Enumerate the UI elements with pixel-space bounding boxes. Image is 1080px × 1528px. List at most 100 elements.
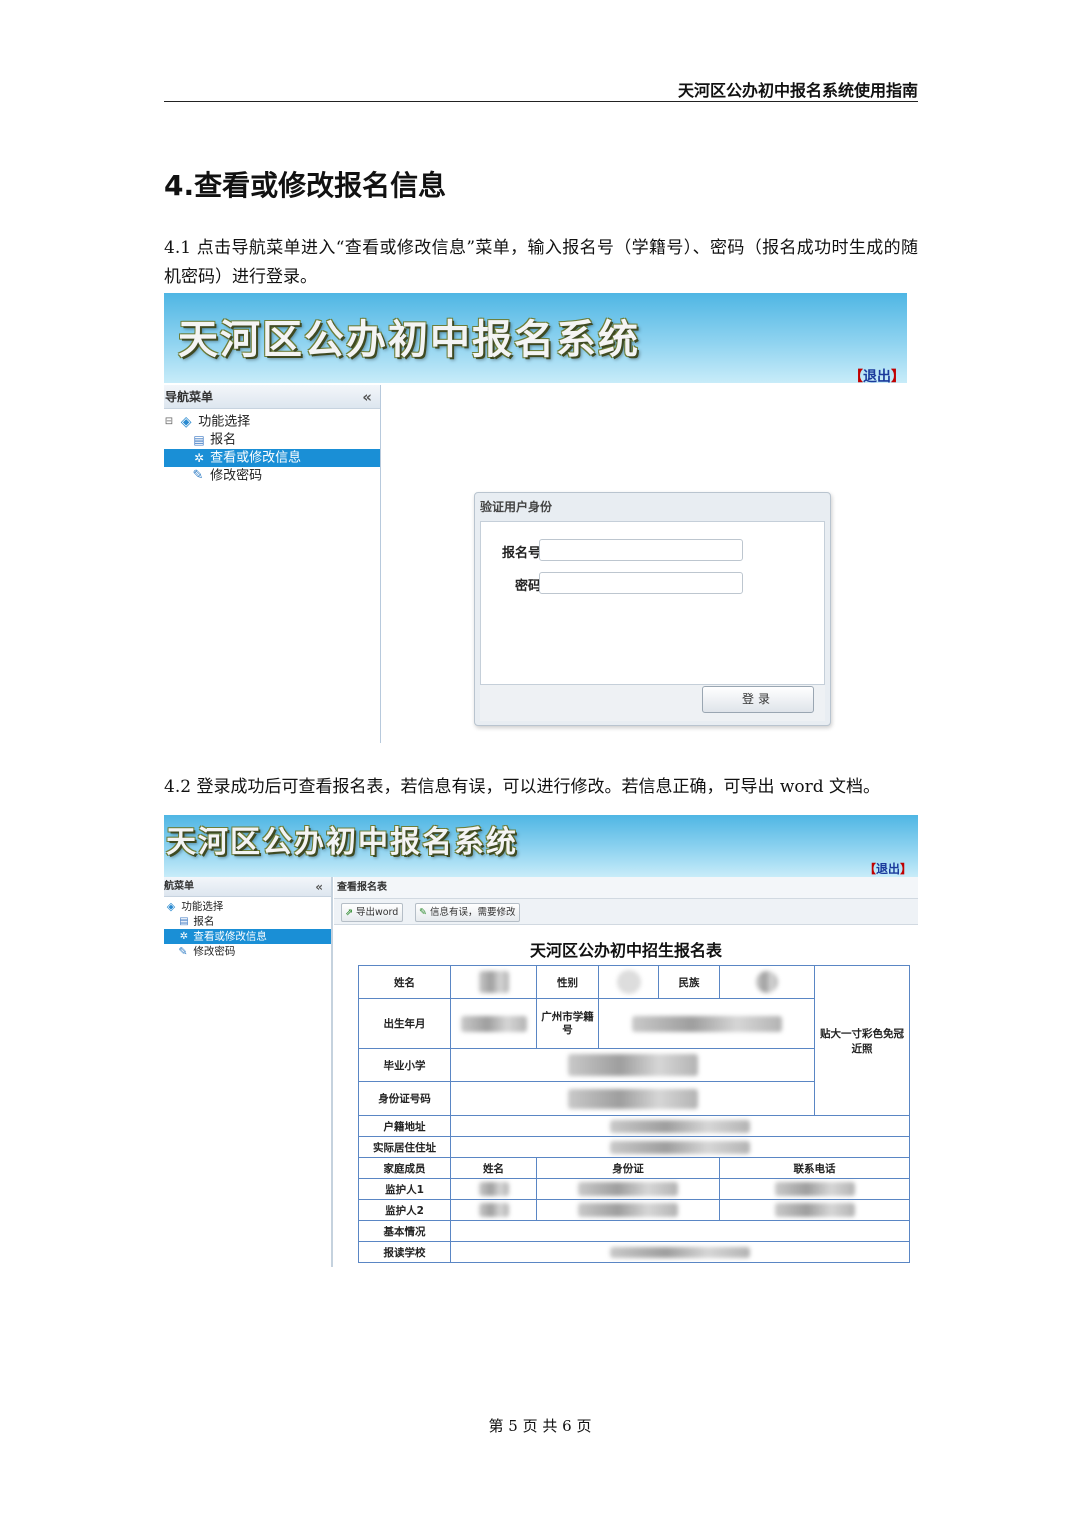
label-primary-school: 毕业小学 [358, 1048, 451, 1082]
system-title: 天河区公办初中报名系统 [178, 317, 640, 363]
system-title: 天河区公办初中报名系统 [166, 825, 518, 860]
cube-icon: ◈ [166, 900, 176, 913]
redacted-value [578, 1203, 678, 1217]
label-school: 报读学校 [358, 1241, 451, 1263]
form-title: 天河区公办初中招生报名表 [529, 941, 722, 960]
tree-toggle-icon[interactable]: ⊟ [164, 413, 174, 431]
login-button[interactable]: 登录 [702, 686, 814, 713]
wrench-icon: ✎ [192, 468, 204, 483]
redacted-value [567, 1054, 698, 1076]
system-banner: 天河区公办初中报名系统 【退出】 [164, 815, 918, 877]
collapse-icon[interactable]: « [315, 877, 323, 897]
tree-root-label: 功能选择 [198, 414, 251, 430]
reg-no-input[interactable] [539, 539, 743, 561]
nav-panel: 导航菜单 « ⊟ ◈ 功能选择 ▤ 报名 ✲ 查看或修改信息 ✎ 修改密码 [164, 385, 381, 743]
redacted-value [756, 971, 778, 993]
login-dialog-title: 验证用户身份 [480, 500, 553, 514]
tree-item-change-password[interactable]: ✎ 修改密码 [164, 944, 331, 959]
login-screenshot: 天河区公办初中报名系统 【退出】 导航菜单 « ⊟ ◈ 功能选择 ▤ 报名 ✲ … [164, 293, 907, 743]
redacted-value [616, 970, 641, 994]
redacted-value [478, 971, 509, 993]
gear-icon: ✲ [179, 931, 189, 942]
label-hukou: 户籍地址 [358, 1115, 451, 1137]
label-family: 家庭成员 [358, 1157, 451, 1179]
tree-item-view-edit[interactable]: ✲ 查看或修改信息 [164, 449, 380, 467]
gear-icon: ✲ [193, 451, 205, 465]
tree-item-change-password[interactable]: ✎ 修改密码 [164, 467, 380, 485]
redacted-value [631, 1015, 782, 1032]
selection-marker [164, 449, 172, 467]
section-title: 4.查看或修改报名信息 [164, 169, 447, 202]
tree-item-view-edit[interactable]: ✲ 查看或修改信息 [164, 929, 331, 944]
logout-link[interactable]: 【退出】 [864, 860, 912, 877]
login-dialog-body: 报名号 密码 [480, 521, 825, 685]
redacted-value [774, 1203, 855, 1217]
redacted-value [610, 1119, 750, 1133]
pencil-icon: ✎ [419, 907, 427, 918]
redacted-value [578, 1182, 678, 1196]
running-header: 天河区公办初中报名系统使用指南 [164, 76, 918, 102]
value-guardian1-id [536, 1178, 720, 1200]
redacted-value [460, 1015, 527, 1032]
value-guardian2-name [450, 1199, 537, 1221]
collapse-icon[interactable]: « [362, 385, 372, 409]
value-guardian1-name [450, 1178, 537, 1200]
value-guardian2-phone [719, 1199, 910, 1221]
password-input[interactable] [539, 572, 743, 594]
panel-title: 查看报名表 [334, 877, 918, 899]
export-icon: ⇗ [345, 907, 353, 918]
edit-info-button[interactable]: ✎ 信息有误，需要修改 [415, 903, 521, 922]
value-name [450, 965, 537, 999]
col-header-id: 身份证 [536, 1157, 720, 1179]
export-word-button[interactable]: ⇗ 导出word [341, 903, 404, 922]
tree-item-register[interactable]: ▤ 报名 [164, 914, 331, 929]
document-title: 天河区公办初中报名系统使用指南 [677, 81, 918, 100]
label-ethnicity: 民族 [658, 965, 720, 999]
nav-header: 航菜单 « [164, 877, 331, 897]
redacted-value [610, 1140, 750, 1154]
tree-root[interactable]: ◈ 功能选择 [164, 899, 331, 914]
value-gender [598, 965, 659, 999]
tree-item-label: 查看或修改信息 [193, 930, 267, 943]
form-icon: ▤ [179, 916, 189, 927]
col-header-phone: 联系电话 [719, 1157, 910, 1179]
login-dialog: 验证用户身份 报名号 密码 登录 [474, 492, 831, 726]
value-birth [450, 998, 537, 1049]
tree-item-label: 查看或修改信息 [210, 450, 302, 466]
password-label: 密码 [514, 579, 541, 594]
nav-title: 导航菜单 [165, 390, 214, 404]
photo-cell: 贴大一寸彩色免冠近照 [814, 965, 910, 1116]
redacted-value [610, 1246, 750, 1258]
tree-item-label: 报名 [210, 432, 237, 448]
value-id-no [450, 1081, 815, 1116]
value-student-no [598, 998, 815, 1049]
redacted-value [567, 1088, 698, 1109]
value-residence [450, 1136, 910, 1158]
system-banner: 天河区公办初中报名系统 【退出】 [164, 293, 907, 386]
redacted-value [478, 1203, 509, 1217]
label-name: 姓名 [358, 965, 451, 999]
paragraph-4-1: 4.1 点击导航菜单进入“查看或修改信息”菜单，输入报名号（学籍号）、密码（报名… [164, 238, 918, 287]
value-primary-school [450, 1048, 815, 1082]
registration-table: 姓名 性别 民族 贴大一寸彩色免冠近照 出生年月 广州市学籍号 毕业小学 身份证… [358, 965, 910, 1263]
value-basic [450, 1220, 910, 1242]
tree-root-label: 功能选择 [181, 900, 224, 913]
label-birth: 出生年月 [358, 998, 451, 1049]
redacted-value [478, 1182, 509, 1196]
label-residence: 实际居住住址 [358, 1136, 451, 1158]
label-student-no: 广州市学籍号 [536, 998, 599, 1049]
tree-root[interactable]: ⊟ ◈ 功能选择 [164, 413, 380, 431]
nav-title: 航菜单 [164, 881, 194, 892]
logout-link[interactable]: 【退出】 [849, 366, 905, 386]
value-hukou [450, 1115, 910, 1137]
tree-item-label: 修改密码 [193, 945, 236, 958]
label-id-no: 身份证号码 [358, 1081, 451, 1116]
wrench-icon: ✎ [178, 945, 188, 958]
tree-item-register[interactable]: ▤ 报名 [164, 431, 380, 449]
label-basic: 基本情况 [358, 1220, 451, 1242]
paragraph-4-2: 4.2 登录成功后可查看报名表，若信息有误，可以进行修改。若信息正确，可导出 w… [164, 777, 881, 797]
value-ethnicity [719, 965, 815, 999]
toolbar: ⇗ 导出word ✎ 信息有误，需要修改 [334, 899, 918, 925]
col-header-name: 姓名 [450, 1157, 537, 1179]
label-guardian1: 监护人1 [358, 1178, 451, 1200]
